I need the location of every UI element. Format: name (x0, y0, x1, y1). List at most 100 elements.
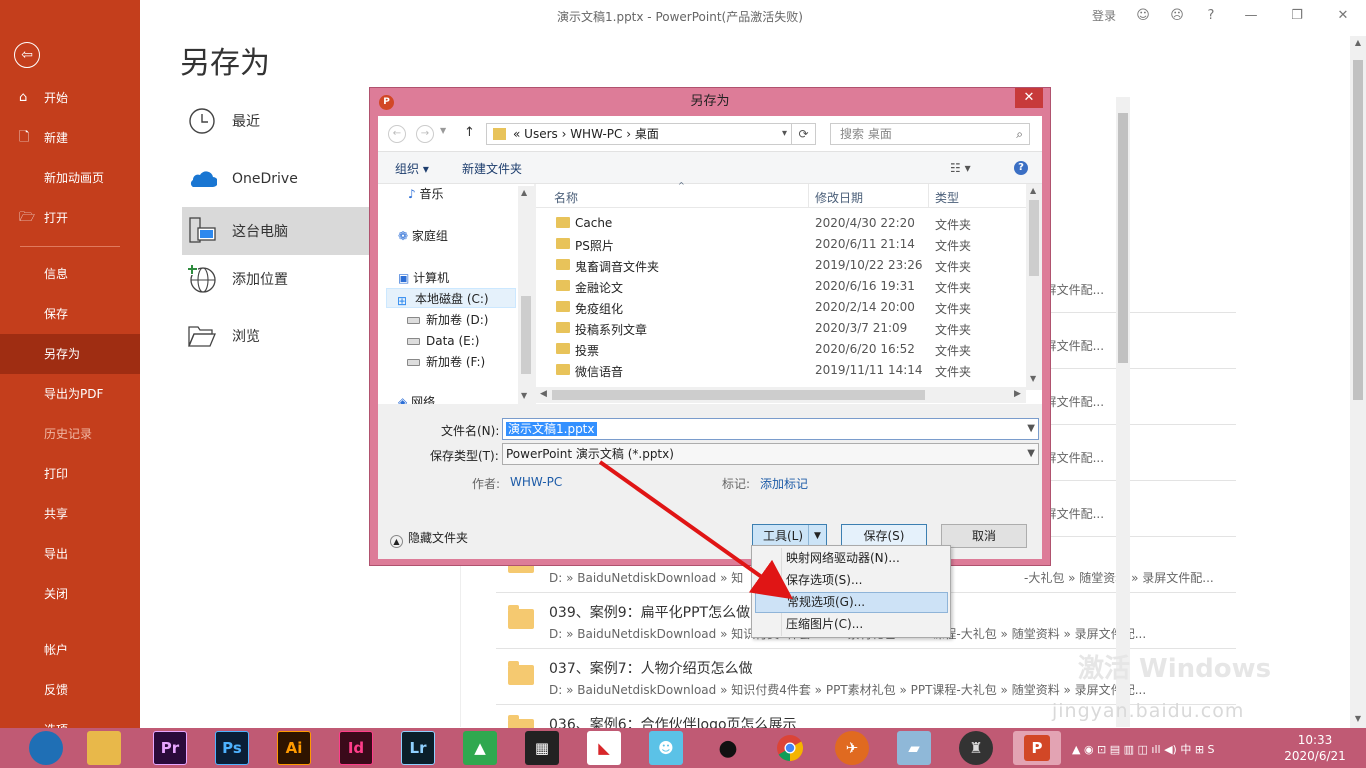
location-browse[interactable]: 浏览 (182, 312, 370, 360)
nav-history[interactable]: 历史记录 (0, 414, 140, 454)
scrollbar-thumb[interactable] (521, 296, 531, 374)
back-arrow-icon[interactable]: ⇦ (14, 42, 40, 68)
file-row[interactable]: 投票 2020/6/20 16:52 文件夹 (536, 339, 1026, 360)
tags-value[interactable]: 添加标记 (760, 475, 808, 492)
chevron-down-icon[interactable]: ▼ (1027, 419, 1035, 439)
column-divider[interactable] (808, 184, 809, 208)
scrollbar-thumb[interactable] (1353, 60, 1363, 400)
recent-locations-dropdown-icon[interactable]: ▼ (440, 126, 446, 135)
nav-account[interactable]: 帐户 (0, 630, 140, 670)
login-link[interactable]: 登录 (1092, 7, 1116, 24)
nav-print[interactable]: 打印 (0, 454, 140, 494)
nav-feedback[interactable]: 反馈 (0, 670, 140, 710)
up-icon[interactable]: ↑ (464, 125, 475, 140)
nav-open[interactable]: 🗁 打开 (0, 198, 140, 238)
forward-icon[interactable]: → (416, 125, 434, 143)
file-list-vscroll[interactable]: ▲ ▼ (1026, 184, 1042, 390)
tree-item-local-disk-c[interactable]: 本地磁盘 (C:) ⊞ (386, 288, 516, 308)
column-name[interactable]: 名称 (554, 189, 578, 206)
taskbar-photoshop-icon[interactable]: Ps (215, 731, 249, 765)
author-value[interactable]: WHW-PC (510, 475, 562, 489)
nav-close[interactable]: 关闭 (0, 574, 140, 614)
tree-scrollbar[interactable]: ▲ ▼ (518, 186, 534, 404)
nav-export-pdf[interactable]: 导出为PDF (0, 374, 140, 414)
tree-item-drive-f[interactable]: 新加卷 (F:) (426, 352, 485, 372)
column-divider[interactable] (928, 184, 929, 208)
close-button[interactable]: ✕ (1320, 8, 1366, 23)
help-icon[interactable]: ? (1194, 8, 1228, 23)
scroll-right-arrow-icon[interactable]: ▶ (1014, 389, 1021, 399)
scroll-down-arrow-icon[interactable]: ▼ (1350, 712, 1366, 726)
file-list-hscroll[interactable]: ◀ ▶ (536, 387, 1026, 403)
menu-item-save-options[interactable]: 保存选项(S)... (755, 570, 948, 591)
frown-feedback-icon[interactable]: ☹ (1160, 8, 1194, 23)
refresh-icon[interactable]: ⟳ (792, 123, 816, 145)
taskbar-qq-icon[interactable]: ● (711, 731, 745, 765)
scroll-down-arrow-icon[interactable]: ▼ (521, 391, 527, 400)
nav-save[interactable]: 保存 (0, 294, 140, 334)
taskbar-explorer-icon[interactable] (87, 731, 121, 765)
scroll-down-arrow-icon[interactable]: ▼ (1030, 374, 1036, 383)
filetype-select[interactable]: PowerPoint 演示文稿 (*.pptx) ▼ (502, 443, 1039, 465)
taskbar-illustrator-icon[interactable]: Ai (277, 731, 311, 765)
chevron-down-icon[interactable]: ▼ (1027, 444, 1035, 464)
location-add-place[interactable]: 添加位置 (182, 255, 370, 303)
taskbar-app-icon[interactable]: ◣ (587, 731, 621, 765)
taskbar-app-icon[interactable]: ▲ (463, 731, 497, 765)
filename-input[interactable]: 演示文稿1.pptx ▼ (502, 418, 1039, 440)
tree-item-music[interactable]: ♪ 音乐 (408, 184, 444, 204)
hide-folders-toggle[interactable]: ▲ 隐藏文件夹 (390, 529, 468, 548)
location-recent[interactable]: 最近 (182, 97, 370, 145)
taskbar-app-icon[interactable]: ✈ (835, 731, 869, 765)
tree-item-homegroup[interactable]: ❁ 家庭组 (398, 226, 448, 246)
scroll-up-arrow-icon[interactable]: ▲ (1350, 36, 1366, 50)
nav-new[interactable]: 🗋 新建 (0, 118, 140, 158)
file-row[interactable]: 免疫组化 2020/2/14 20:00 文件夹 (536, 297, 1026, 318)
location-onedrive[interactable]: OneDrive (182, 155, 370, 203)
menu-item-map-network-drive[interactable]: 映射网络驱动器(N)... (755, 548, 948, 569)
tree-item-drive-d[interactable]: 新加卷 (D:) (426, 310, 488, 330)
recent-scrollbar[interactable] (1116, 97, 1130, 727)
taskbar-indesign-icon[interactable]: Id (339, 731, 373, 765)
column-date[interactable]: 修改日期 (815, 189, 863, 206)
help-icon[interactable]: ? (1014, 161, 1028, 175)
clock[interactable]: 10:33 2020/6/21 (1283, 732, 1347, 764)
tree-item-computer[interactable]: ▣ 计算机 (398, 268, 449, 288)
scrollbar-thumb[interactable] (1118, 113, 1128, 363)
cancel-button[interactable]: 取消 (941, 524, 1027, 548)
taskbar-app-icon[interactable]: ♜ (959, 731, 993, 765)
nav-save-as[interactable]: 另存为 (0, 334, 140, 374)
taskbar-powerpoint-icon[interactable]: P (1013, 731, 1061, 765)
file-row[interactable]: 投稿系列文章 2020/3/7 21:09 文件夹 (536, 318, 1026, 339)
nav-share[interactable]: 共享 (0, 494, 140, 534)
file-row[interactable]: 金融论文 2020/6/16 19:31 文件夹 (536, 276, 1026, 297)
file-row[interactable]: 鬼畜调音文件夹 2019/10/22 23:26 文件夹 (536, 255, 1026, 276)
scroll-up-arrow-icon[interactable]: ▲ (1030, 186, 1036, 195)
taskbar-browser-icon[interactable] (29, 731, 63, 765)
column-type[interactable]: 类型 (935, 189, 959, 206)
menu-item-general-options[interactable]: 常规选项(G)... (755, 592, 948, 613)
search-input[interactable]: 搜索 桌面 ⌕ (830, 123, 1030, 145)
taskbar-premiere-icon[interactable]: Pr (153, 731, 187, 765)
nav-info[interactable]: 信息 (0, 254, 140, 294)
breadcrumb[interactable]: « Users › WHW-PC › 桌面 ▾ (486, 123, 792, 145)
organize-menu[interactable]: 组织 ▾ (395, 160, 429, 177)
location-this-pc[interactable]: 这台电脑 (182, 207, 370, 255)
tree-item-drive-e[interactable]: Data (E:) (426, 331, 479, 351)
nav-export[interactable]: 导出 (0, 534, 140, 574)
dialog-close-button[interactable]: ✕ (1015, 88, 1043, 108)
scroll-left-arrow-icon[interactable]: ◀ (540, 389, 547, 399)
restore-button[interactable]: ❐ (1274, 8, 1320, 23)
taskbar-chrome-icon[interactable] (773, 731, 807, 765)
scrollbar-thumb[interactable] (552, 390, 925, 400)
minimize-button[interactable]: — (1228, 8, 1274, 23)
taskbar-video-icon[interactable]: ▦ (525, 731, 559, 765)
file-row[interactable]: PS照片 2020/6/11 21:14 文件夹 (536, 234, 1026, 255)
smile-feedback-icon[interactable]: ☺ (1126, 8, 1160, 23)
taskbar-lightroom-icon[interactable]: Lr (401, 731, 435, 765)
file-row[interactable]: Cache 2020/4/30 22:20 文件夹 (536, 213, 1026, 234)
new-folder-button[interactable]: 新建文件夹 (462, 160, 522, 177)
menu-item-compress-pictures[interactable]: 压缩图片(C)... (755, 614, 948, 635)
file-row[interactable]: 微信语音 2019/11/11 14:14 文件夹 (536, 360, 1026, 381)
main-scrollbar[interactable]: ▲ ▼ (1350, 36, 1366, 728)
